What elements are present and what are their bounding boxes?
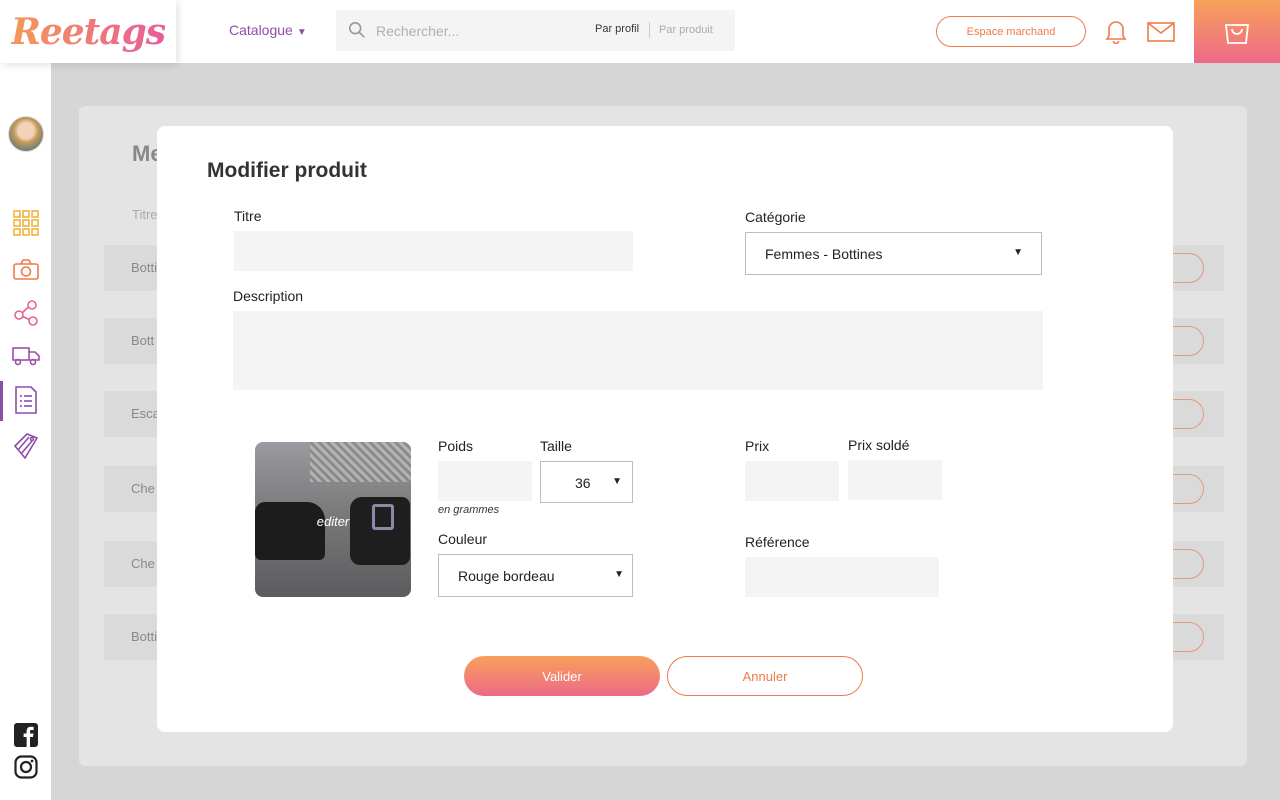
- weight-input[interactable]: [438, 461, 532, 501]
- color-label: Couleur: [438, 531, 488, 547]
- title-label: Titre: [234, 208, 262, 224]
- category-label: Catégorie: [745, 209, 806, 225]
- caret-down-icon: ▼: [614, 569, 624, 580]
- title-input[interactable]: [234, 231, 633, 271]
- tags-icon[interactable]: [12, 432, 40, 460]
- merchant-space-button[interactable]: Espace marchand: [936, 16, 1086, 47]
- submit-button[interactable]: Valider: [464, 656, 660, 696]
- description-textarea[interactable]: [233, 311, 1043, 390]
- size-value: 36: [575, 475, 591, 491]
- search-bar: Par profil Par produit: [336, 10, 735, 51]
- category-value: Femmes - Bottines: [765, 246, 883, 262]
- sale-price-label: Prix soldé: [848, 437, 910, 453]
- weight-label: Poids: [438, 438, 474, 454]
- shopping-bag-icon: [1224, 23, 1250, 44]
- list-icon[interactable]: [12, 386, 40, 414]
- product-image[interactable]: editer: [255, 442, 411, 597]
- bell-icon[interactable]: [1104, 18, 1128, 44]
- search-icon[interactable]: [348, 21, 366, 39]
- camera-icon[interactable]: [12, 256, 40, 284]
- caret-down-icon: ▼: [296, 27, 307, 38]
- grid-icon[interactable]: [12, 209, 40, 237]
- modal-title: Modifier produit: [207, 159, 367, 182]
- catalogue-label: Catalogue: [229, 22, 293, 38]
- cancel-button[interactable]: Annuler: [667, 656, 863, 696]
- logo[interactable]: Reetags: [0, 0, 176, 63]
- top-header: Reetags Catalogue▼ Par profil Par produi…: [0, 0, 1280, 63]
- color-value: Rouge bordeau: [458, 568, 555, 584]
- instagram-icon[interactable]: [12, 753, 40, 781]
- share-icon[interactable]: [12, 299, 40, 327]
- logo-text: Reetags: [10, 10, 166, 53]
- catalogue-dropdown[interactable]: Catalogue ▼: [229, 22, 307, 38]
- background-column-header: Titre: [132, 207, 158, 222]
- reference-input[interactable]: [745, 557, 939, 597]
- price-label: Prix: [745, 438, 770, 454]
- edit-image-label[interactable]: editer: [255, 514, 411, 529]
- truck-icon[interactable]: [12, 342, 40, 370]
- search-input[interactable]: [376, 10, 586, 51]
- weight-hint: en grammes: [438, 504, 500, 516]
- reference-label: Référence: [745, 534, 810, 550]
- mail-icon[interactable]: [1147, 22, 1175, 42]
- caret-down-icon: ▼: [612, 476, 622, 487]
- search-mode-product[interactable]: Par produit: [649, 22, 713, 38]
- price-input[interactable]: [745, 461, 839, 501]
- sale-price-input[interactable]: [848, 460, 942, 500]
- facebook-icon[interactable]: [12, 721, 40, 749]
- search-mode-profile[interactable]: Par profil: [595, 23, 639, 35]
- caret-down-icon: ▼: [1013, 247, 1023, 258]
- size-label: Taille: [540, 438, 572, 454]
- left-sidebar: [0, 63, 51, 800]
- active-indicator: [0, 381, 3, 421]
- size-select[interactable]: 36 ▼: [540, 461, 633, 503]
- description-label: Description: [233, 288, 304, 304]
- category-select[interactable]: Femmes - Bottines ▼: [745, 232, 1042, 275]
- color-select[interactable]: Rouge bordeau ▼: [438, 554, 633, 597]
- edit-product-modal: Modifier produit Titre Catégorie Femmes …: [157, 126, 1173, 732]
- avatar[interactable]: [8, 116, 44, 152]
- shopping-bag-button[interactable]: [1194, 0, 1280, 63]
